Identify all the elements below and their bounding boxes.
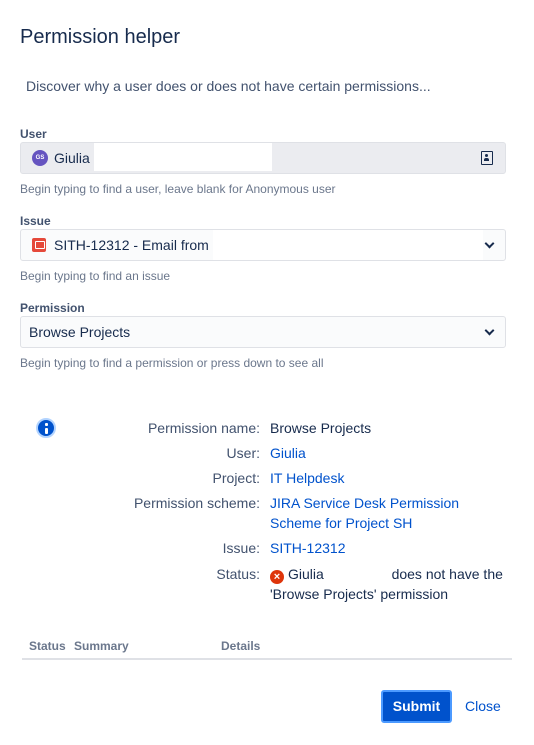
user-hint: Begin typing to find a user, leave blank…	[20, 182, 336, 196]
chevron-down-icon	[484, 325, 495, 336]
issue-label: Issue	[20, 214, 51, 228]
user-label: User	[20, 127, 47, 141]
scheme-line-1: JIRA Service Desk Permission	[270, 495, 460, 511]
issue-value: SITH-12312 - Email from	[54, 237, 209, 253]
issue-hint: Begin typing to find an issue	[20, 269, 171, 283]
result-project-link[interactable]: IT Helpdesk	[270, 468, 344, 488]
result-issue-label: Issue:	[222, 540, 260, 556]
column-details: Details	[221, 639, 261, 653]
avatar: GS	[32, 150, 48, 166]
redacted-area	[327, 570, 388, 581]
error-icon: ×	[270, 570, 284, 584]
result-user-label: User:	[226, 445, 260, 461]
column-summary: Summary	[74, 639, 129, 653]
status-text-1: does not have the	[391, 566, 503, 582]
permission-name-label: Permission name:	[147, 420, 260, 436]
result-issue-link[interactable]: SITH-12312	[270, 538, 345, 558]
info-icon	[36, 418, 56, 438]
column-status: Status	[29, 639, 66, 653]
chevron-down-icon	[484, 238, 495, 249]
table-divider	[22, 658, 512, 660]
result-status-label: Status:	[216, 566, 260, 582]
user-lookup-icon[interactable]	[481, 151, 493, 165]
status-user: Giulia	[288, 566, 324, 582]
permission-value: Browse Projects	[29, 324, 131, 340]
dialog-title: Permission helper	[20, 26, 181, 48]
user-value: Giulia	[54, 150, 90, 166]
result-scheme-link[interactable]: JIRA Service Desk Permission Scheme for …	[270, 493, 459, 533]
result-project-label: Project:	[212, 470, 260, 486]
close-link[interactable]: Close	[465, 698, 501, 714]
result-user-link[interactable]: Giulia	[270, 443, 306, 463]
redacted-area	[213, 230, 483, 260]
redacted-area	[94, 143, 272, 171]
permission-select[interactable]: Browse Projects	[20, 316, 506, 348]
issue-type-icon	[32, 238, 46, 252]
scheme-line-2: Scheme for Project SH	[270, 515, 413, 531]
result-scheme-label: Permission scheme:	[133, 495, 260, 511]
dialog-description: Discover why a user does or does not hav…	[26, 78, 431, 94]
submit-button[interactable]: Submit	[381, 690, 452, 723]
permission-label: Permission	[20, 301, 85, 315]
status-text-2: 'Browse Projects' permission	[270, 586, 449, 602]
permission-name-value: Browse Projects	[270, 420, 372, 436]
issue-select[interactable]: SITH-12312 - Email from	[20, 229, 506, 261]
result-status-value: × Giulia does not have the 'Browse Projec…	[270, 564, 503, 604]
permission-hint: Begin typing to find a permission or pre…	[20, 356, 324, 370]
user-picker[interactable]: GS Giulia	[20, 142, 506, 174]
